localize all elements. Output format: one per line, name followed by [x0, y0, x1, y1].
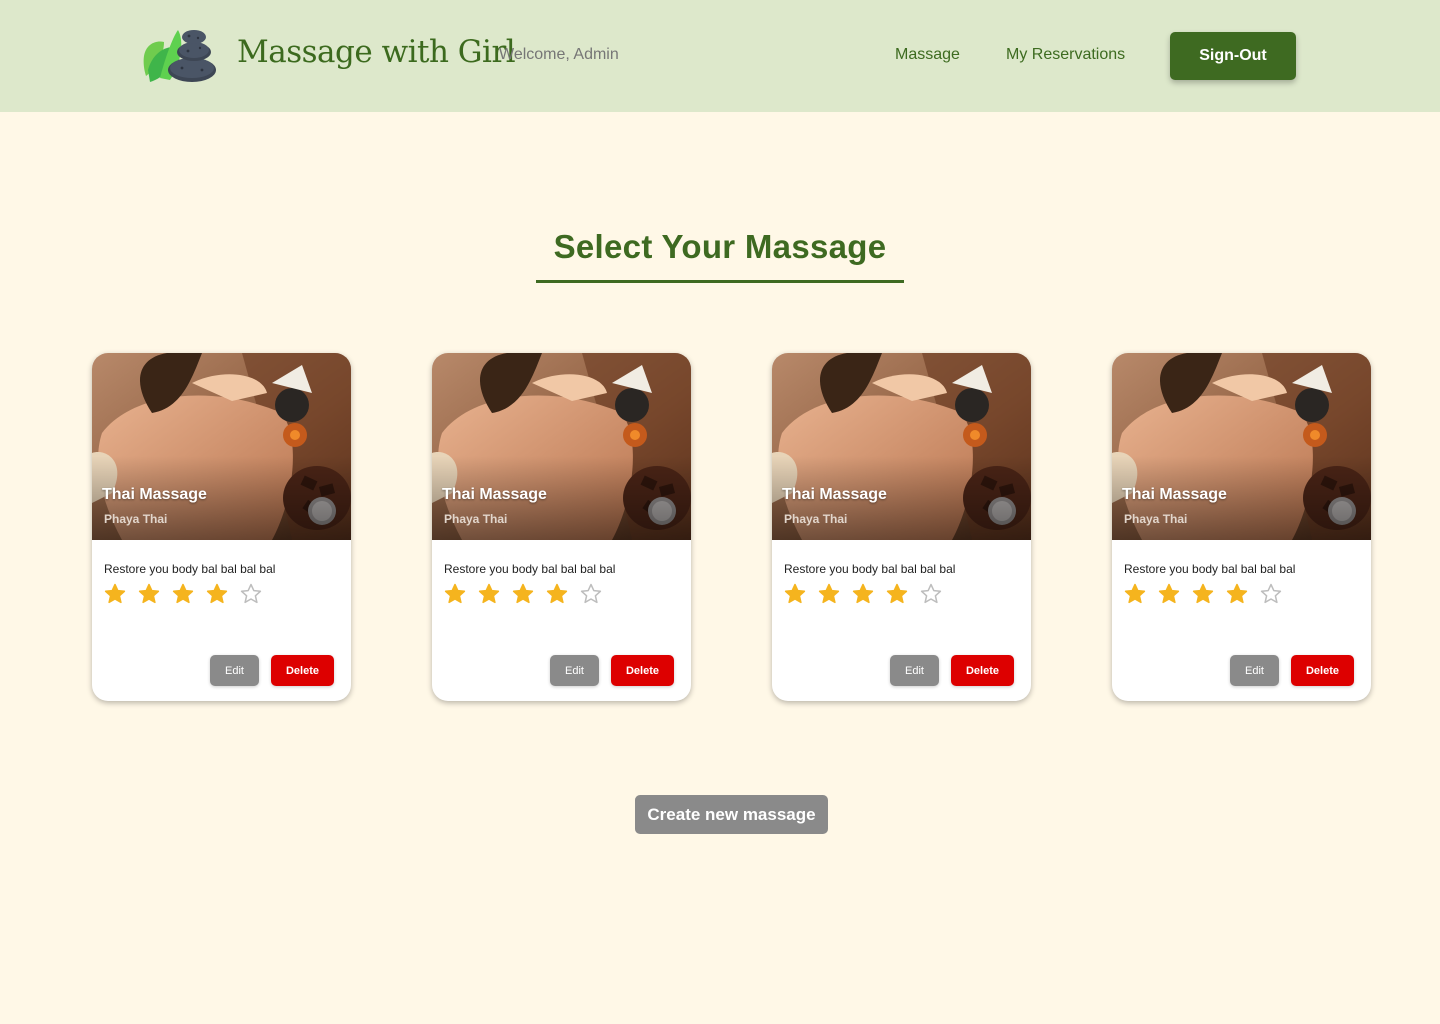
- massage-card[interactable]: Thai Massage Phaya Thai Restore you body…: [92, 353, 351, 701]
- massage-location: Phaya Thai: [1124, 512, 1188, 526]
- massage-location: Phaya Thai: [784, 512, 848, 526]
- brand-name[interactable]: Massage with Girl: [237, 34, 516, 70]
- delete-button[interactable]: Delete: [611, 655, 674, 686]
- sign-out-button[interactable]: Sign-Out: [1170, 32, 1296, 80]
- massage-photo: Thai Massage Phaya Thai: [1112, 353, 1371, 540]
- star-icon[interactable]: [1226, 583, 1248, 605]
- massage-card[interactable]: Thai Massage Phaya Thai Restore you body…: [1112, 353, 1371, 701]
- massage-photo: Thai Massage Phaya Thai: [772, 353, 1031, 540]
- star-icon[interactable]: [818, 583, 840, 605]
- edit-button[interactable]: Edit: [1230, 655, 1279, 686]
- star-icon[interactable]: [784, 583, 806, 605]
- massage-title: Thai Massage: [782, 486, 887, 503]
- star-icon[interactable]: [478, 583, 500, 605]
- delete-button[interactable]: Delete: [951, 655, 1014, 686]
- star-icon[interactable]: [546, 583, 568, 605]
- massage-title: Thai Massage: [102, 486, 207, 503]
- massage-title: Thai Massage: [1122, 486, 1227, 503]
- page-title: Select Your Massage: [553, 228, 887, 265]
- edit-button[interactable]: Edit: [210, 655, 259, 686]
- massage-card[interactable]: Thai Massage Phaya Thai Restore you body…: [432, 353, 691, 701]
- star-icon[interactable]: [920, 583, 942, 605]
- star-icon[interactable]: [1124, 583, 1146, 605]
- star-icon[interactable]: [172, 583, 194, 605]
- star-icon[interactable]: [512, 583, 534, 605]
- create-massage-button[interactable]: Create new massage: [635, 795, 828, 834]
- delete-button[interactable]: Delete: [1291, 655, 1354, 686]
- edit-button[interactable]: Edit: [550, 655, 599, 686]
- top-header: Massage with Girl Welcome, Admin Massage…: [0, 0, 1440, 112]
- massage-location: Phaya Thai: [104, 512, 168, 526]
- massage-title: Thai Massage: [442, 486, 547, 503]
- massage-location: Phaya Thai: [444, 512, 508, 526]
- massage-description: Restore you body bal bal bal bal: [104, 562, 276, 576]
- nav-massage-link[interactable]: Massage: [895, 46, 960, 64]
- massage-photo: Thai Massage Phaya Thai: [92, 353, 351, 540]
- star-icon[interactable]: [852, 583, 874, 605]
- massage-description: Restore you body bal bal bal bal: [1124, 562, 1296, 576]
- massage-description: Restore you body bal bal bal bal: [784, 562, 956, 576]
- nav-reservations-link[interactable]: My Reservations: [1006, 46, 1125, 64]
- star-icon[interactable]: [1192, 583, 1214, 605]
- star-icon[interactable]: [1260, 583, 1282, 605]
- massage-photo: Thai Massage Phaya Thai: [432, 353, 691, 540]
- star-icon[interactable]: [138, 583, 160, 605]
- massage-card[interactable]: Thai Massage Phaya Thai Restore you body…: [772, 353, 1031, 701]
- star-icon[interactable]: [240, 583, 262, 605]
- spa-stones-leaf-icon[interactable]: [142, 26, 218, 84]
- edit-button[interactable]: Edit: [890, 655, 939, 686]
- star-icon[interactable]: [1158, 583, 1180, 605]
- star-icon[interactable]: [444, 583, 466, 605]
- delete-button[interactable]: Delete: [271, 655, 334, 686]
- star-icon[interactable]: [886, 583, 908, 605]
- welcome-text: Welcome, Admin: [499, 46, 619, 63]
- star-icon[interactable]: [104, 583, 126, 605]
- star-icon[interactable]: [580, 583, 602, 605]
- star-icon[interactable]: [206, 583, 228, 605]
- title-underline: [536, 280, 904, 283]
- massage-description: Restore you body bal bal bal bal: [444, 562, 616, 576]
